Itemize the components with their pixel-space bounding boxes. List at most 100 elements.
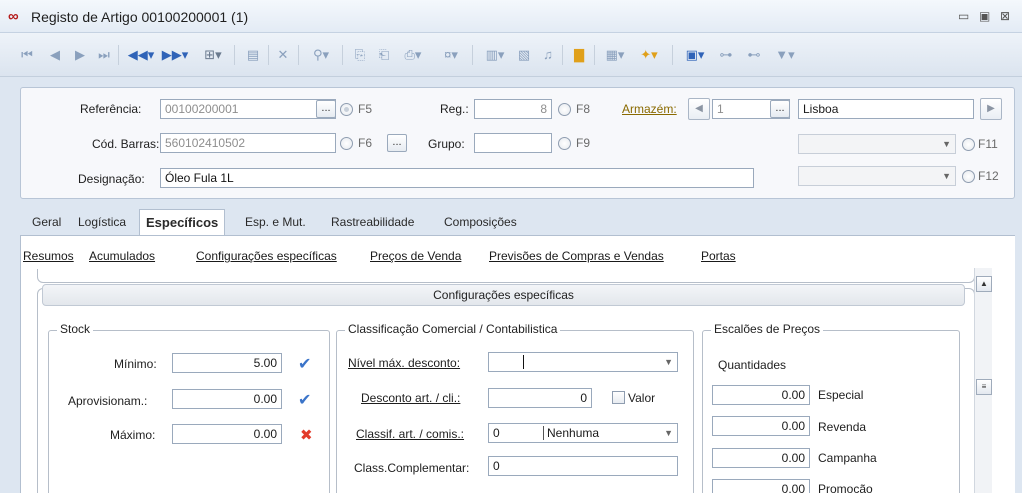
classif-label[interactable]: Classif. art. / comis.: [356,427,464,441]
f9-radio[interactable] [558,137,571,150]
print-icon[interactable]: ⎙▾ [398,46,428,64]
wizard-icon[interactable]: ✦▾ [634,46,664,64]
nivel-max-desconto-combo[interactable]: ▼ [488,352,678,372]
quantidades-label: Quantidades [718,358,787,372]
first-record-icon[interactable]: ⏮ [20,46,34,64]
currency-icon[interactable]: ¤▾ [436,46,466,64]
paste-icon[interactable]: ⎗ [376,46,392,64]
link-previsoes[interactable]: Previsões de Compras e Vendas [489,249,664,263]
grupo-label: Grupo: [428,137,465,151]
toolbar-separator [268,45,269,65]
table-icon[interactable]: ▦▾ [600,46,630,64]
tree-icon[interactable]: ⊶ [714,46,738,64]
chevron-down-icon: ▼ [942,171,951,181]
classif-divider [543,426,544,440]
tab-composicoes[interactable]: Composições [444,215,517,229]
desconto-field[interactable]: 0 [488,388,592,408]
toolbar-separator [672,45,673,65]
copy-icon[interactable]: ⎘ [352,46,368,64]
vertical-scrollbar[interactable]: ▲ ≡ [974,268,992,493]
restore-icon[interactable]: ▣ [979,9,993,23]
f8-radio[interactable] [558,103,571,116]
reg-label: Reg.: [440,102,469,116]
music-note-icon[interactable]: ♫ [540,46,556,64]
flow-icon[interactable]: ⊷ [742,46,766,64]
armazem-link[interactable]: Armazém: [622,102,677,116]
complementar-field[interactable]: 0 [488,456,678,476]
classif-code: 0 [493,426,500,440]
f6-radio[interactable] [340,137,353,150]
escalao-campanha-field[interactable]: 0.00 [712,448,810,468]
link-acumulados[interactable]: Acumulados [89,249,155,263]
referencia-lookup-button[interactable]: ... [316,100,336,118]
fast-forward-icon[interactable]: ▶▶▾ [160,46,190,64]
next-record-icon[interactable]: ▶ [73,46,87,64]
find-icon[interactable]: ⚲▾ [306,46,336,64]
maximo-field[interactable]: 0.00 [172,424,282,444]
chart-icon[interactable]: ▇ [570,46,588,64]
delete-icon[interactable]: ✕ [275,46,291,64]
f5-radio[interactable] [340,103,353,116]
minimize-icon[interactable]: ▭ [958,9,972,23]
armazem-name-field[interactable]: Lisboa [798,99,974,119]
reg-field[interactable]: 8 [474,99,552,119]
filter-icon[interactable]: ▼▾ [770,46,800,64]
escalao-especial-label: Especial [818,388,864,402]
toolbar-separator [562,45,563,65]
referencia-field[interactable]: 00100200001 [160,99,336,119]
scroll-up-button[interactable]: ▲ [976,276,992,292]
armazem-previous-button[interactable]: ◀ [688,98,710,120]
stock-title: Stock [57,322,94,336]
grupo-field[interactable] [474,133,552,153]
f11-radio[interactable] [962,138,975,151]
tab-rastreabilidade[interactable]: Rastreabilidade [331,215,414,229]
last-record-icon[interactable]: ⏭ [97,46,111,64]
image-icon[interactable]: ▧ [516,46,532,64]
link-precos-venda[interactable]: Preços de Venda [370,249,461,263]
designacao-field[interactable]: Óleo Fula 1L [160,168,754,188]
nivel-max-desconto-label[interactable]: Nível máx. desconto: [348,356,460,370]
link-configuracoes[interactable]: Configurações específicas [196,249,337,263]
link-resumos[interactable]: Resumos [23,249,74,263]
link-portas[interactable]: Portas [701,249,736,263]
toolbar-separator [298,45,299,65]
tab-geral[interactable]: Geral [32,215,61,229]
f8-label: F8 [576,102,591,116]
window-title: Registo de Artigo 00100200001 (1) [31,9,249,25]
close-icon[interactable]: ⊠ [1000,9,1014,23]
cod-barras-lookup-button[interactable]: ... [387,134,407,152]
save-icon[interactable]: ▤ [245,46,261,64]
maximo-label: Máximo: [110,428,156,442]
armazem-lookup-button[interactable]: ... [770,100,790,118]
documents-icon[interactable]: ▣▾ [680,46,710,64]
escalao-especial-field[interactable]: 0.00 [712,385,810,405]
previous-record-icon[interactable]: ◀ [48,46,62,64]
classif-combo[interactable]: 0 Nenhuma ▼ [488,423,678,443]
title-bar: ∞ Registo de Artigo 00100200001 (1) ▭ ▣ … [0,0,1022,33]
rewind-icon[interactable]: ◀◀▾ [126,46,156,64]
escalao-promocao-field[interactable]: 0.00 [712,479,810,493]
classif-value: Nenhuma [547,426,600,440]
cod-barras-field[interactable]: 560102410502 [160,133,336,153]
combo-f12[interactable]: ▼ [798,166,956,186]
minimo-label: Mínimo: [114,357,157,371]
minimo-field[interactable]: 5.00 [172,353,282,373]
scroll-thumb[interactable]: ≡ [976,379,992,395]
chevron-down-icon: ▼ [942,139,951,149]
barcode-icon[interactable]: ▥▾ [480,46,510,64]
combo-f11[interactable]: ▼ [798,134,956,154]
escalao-revenda-label: Revenda [818,420,867,434]
aprovisionam-label: Aprovisionam.: [68,394,148,408]
tab-logistica[interactable]: Logística [78,215,126,229]
tab-esp-mut[interactable]: Esp. e Mut. [245,215,306,229]
desconto-label[interactable]: Desconto art. / cli.: [361,391,460,405]
hierarchy-icon[interactable]: ⊞▾ [198,46,228,64]
escalao-revenda-field[interactable]: 0.00 [712,416,810,436]
valor-checkbox[interactable] [612,391,625,404]
chevron-down-icon: ▼ [664,428,673,438]
armazem-next-button[interactable]: ▶ [980,98,1002,120]
f12-radio[interactable] [962,170,975,183]
aprovisionam-field[interactable]: 0.00 [172,389,282,409]
f6-label: F6 [358,136,373,150]
escaloes-groupbox: Escalões de Preços [702,322,960,493]
